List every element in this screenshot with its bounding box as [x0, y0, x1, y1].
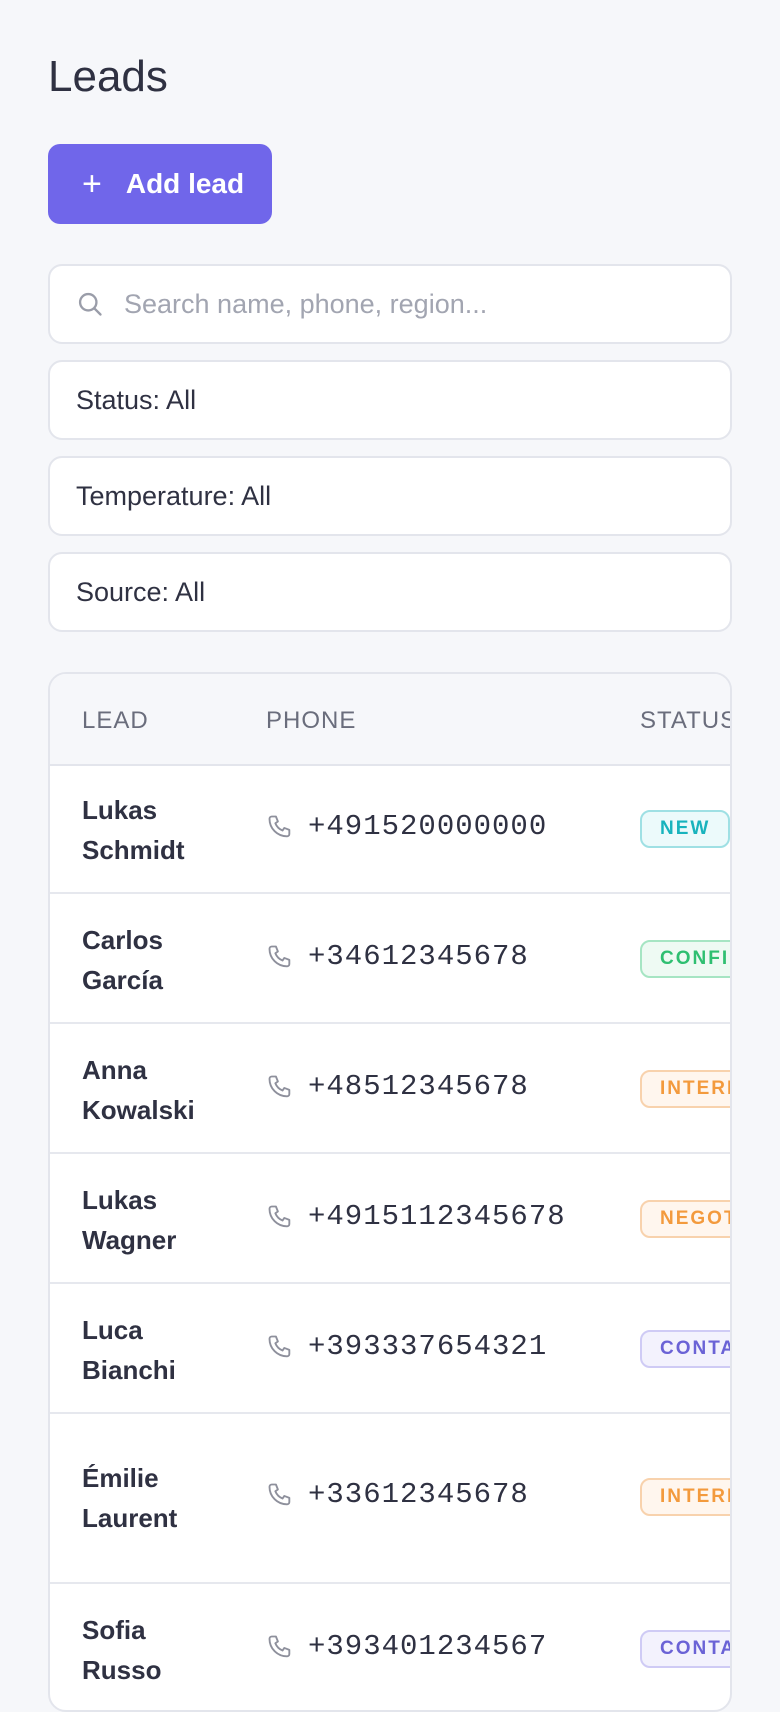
lead-phone[interactable]: +34612345678	[266, 940, 529, 973]
phone-icon	[268, 1205, 291, 1227]
lead-phone[interactable]: +393337654321	[266, 1330, 547, 1363]
table-row[interactable]: Carlos García +34612345678 CONFIR	[50, 894, 730, 1024]
lead-name: Sofia Russo	[82, 1615, 162, 1685]
source-filter[interactable]: Source: All	[48, 552, 732, 632]
phone-icon	[268, 1075, 291, 1097]
add-lead-label: Add lead	[125, 168, 245, 199]
search-field[interactable]	[48, 264, 732, 344]
status-badge: NEGOT	[640, 1200, 730, 1238]
phone-icon	[268, 1335, 291, 1357]
table-row[interactable]: Anna Kowalski +48512345678 INTERE	[50, 1024, 730, 1154]
lead-name: Luca Bianchi	[82, 1315, 176, 1385]
leads-page: Leads + Add lead Status: All Temperature…	[0, 0, 780, 1712]
table-row[interactable]: Luca Bianchi +393337654321 CONTA	[50, 1284, 730, 1414]
table-row[interactable]: Lukas Schmidt +491520000000 NEW	[50, 764, 730, 894]
column-header-status[interactable]: STATUS	[640, 707, 730, 735]
status-badge: INTERE	[640, 1070, 730, 1108]
lead-name: Lukas Wagner	[82, 1185, 177, 1255]
table-row[interactable]: Émilie Laurent +33612345678 INTERE	[50, 1414, 730, 1584]
status-badge: CONTA	[640, 1330, 730, 1368]
lead-name: Émilie Laurent	[82, 1463, 178, 1533]
status-badge: CONFIR	[640, 940, 730, 978]
lead-name: Carlos García	[82, 925, 163, 995]
lead-name: Anna Kowalski	[82, 1055, 195, 1125]
column-header-phone[interactable]: PHONE	[266, 707, 356, 735]
plus-icon: +	[82, 165, 102, 203]
lead-phone[interactable]: +491520000000	[266, 810, 547, 843]
add-lead-button[interactable]: + Add lead	[48, 144, 272, 224]
column-header-lead[interactable]: LEAD	[82, 707, 149, 735]
temperature-filter[interactable]: Temperature: All	[48, 456, 732, 536]
status-filter[interactable]: Status: All	[48, 360, 732, 440]
status-badge: NEW	[640, 810, 730, 848]
leads-table: LEAD PHONE STATUS Lukas Schmidt +4915200…	[48, 672, 732, 1712]
lead-name: Lukas Schmidt	[82, 795, 185, 865]
phone-icon	[268, 1635, 291, 1657]
lead-phone[interactable]: +33612345678	[266, 1478, 529, 1511]
page-title: Leads	[48, 52, 168, 101]
lead-phone[interactable]: +393401234567	[266, 1630, 547, 1663]
status-badge: CONTA	[640, 1630, 730, 1668]
lead-phone[interactable]: +4915112345678	[266, 1200, 566, 1233]
phone-icon	[268, 1483, 291, 1505]
search-icon	[78, 292, 102, 316]
phone-icon	[268, 945, 291, 967]
table-header: LEAD PHONE STATUS	[50, 674, 730, 766]
phone-icon	[268, 815, 291, 837]
lead-phone[interactable]: +48512345678	[266, 1070, 529, 1103]
status-badge: INTERE	[640, 1478, 730, 1516]
table-row[interactable]: Lukas Wagner +4915112345678 NEGOT	[50, 1154, 730, 1284]
table-row[interactable]: Sofia Russo +393401234567 CONTA	[50, 1584, 730, 1710]
search-input[interactable]	[122, 287, 730, 321]
